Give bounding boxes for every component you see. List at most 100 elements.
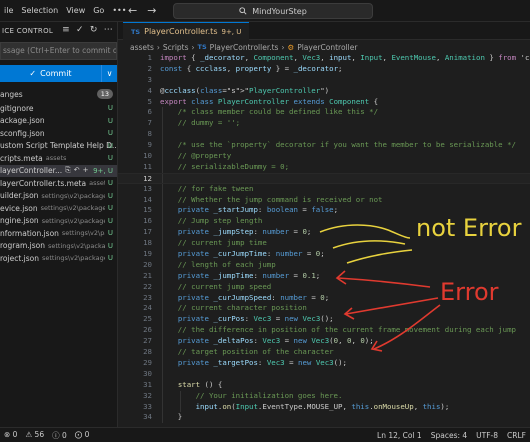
changed-file-item[interactable]: roject.json settings\v2\packages U (0, 252, 117, 265)
errors-indicator[interactable]: ⊗ 0 (4, 430, 17, 441)
code-text: private _targetPos: Vec3 = new Vec3(); (177, 357, 347, 367)
code-text: import { _decorator, Component, Vec3, in… (160, 53, 530, 62)
indentation[interactable]: Spaces: 4 (431, 431, 467, 440)
code-line[interactable]: 2 const { ccclass, property } = _decorato… (118, 64, 530, 75)
commit-dropdown-button[interactable]: ∨ (101, 65, 117, 82)
line-number: 33 (143, 401, 152, 411)
code-line[interactable]: 26 // the difference in position of the … (118, 325, 530, 337)
code-line[interactable]: 7 // dummy = ''; (118, 118, 530, 130)
code-text: private _deltaPos: Vec3 = new Vec3(0, 0,… (177, 336, 374, 346)
code-line[interactable]: 25 private _curPos: Vec3 = new Vec3(); (118, 314, 530, 326)
forward-arrow-icon[interactable]: → (147, 4, 156, 18)
changed-file-item[interactable]: ustom Script Template Help D... U (0, 140, 117, 153)
changed-file-item[interactable]: sconfig.json U (0, 127, 117, 140)
menu-selection[interactable]: Selection (17, 6, 62, 15)
code-line[interactable]: 1 import { _decorator, Component, Vec3, i… (118, 53, 530, 64)
code-text: /* use the `property` decorator if you w… (160, 140, 516, 150)
back-arrow-icon[interactable]: ← (128, 4, 137, 18)
command-center-search[interactable]: MindYourStep (173, 3, 373, 19)
commit-button[interactable]: ✓ Commit (0, 65, 101, 82)
code-line[interactable]: 32 // Your initialization goes here. (118, 390, 530, 402)
warnings-indicator[interactable]: ⚠ 56 (25, 430, 44, 441)
changed-file-item[interactable]: cripts.meta assets U (0, 152, 117, 165)
code-line[interactable]: 12 (118, 172, 530, 184)
code-line[interactable]: 10 // @property (118, 151, 530, 162)
changed-file-item[interactable]: layerController.ts.metaassets\Sc...U (0, 177, 117, 190)
file-status: U (107, 204, 113, 212)
stage-icon[interactable]: + (83, 166, 89, 175)
breadcrumb-scripts[interactable]: Scripts (163, 43, 189, 52)
code-text: } (160, 412, 183, 422)
code-line[interactable]: 20 // length of each jump (118, 259, 530, 271)
refresh-icon[interactable]: ↻ (90, 25, 98, 35)
typescript-file-icon: TS (131, 27, 141, 36)
line-number: 25 (143, 314, 152, 324)
menu-view[interactable]: View (62, 6, 89, 15)
code-line[interactable]: 19 private _curJumpTime: number = 0; (118, 249, 530, 260)
code-text: // current jump time (160, 238, 267, 248)
code-line[interactable]: 31 start () { (118, 379, 530, 391)
code-line[interactable]: 14 // Whether the jump command is receiv… (118, 194, 530, 206)
end-of-line[interactable]: CRLF (507, 431, 526, 440)
changed-file-item[interactable]: ngine.json settings\v2\packages U (0, 215, 117, 228)
code-line[interactable]: 29 private _targetPos: Vec3 = new Vec3()… (118, 357, 530, 369)
ports-indicator[interactable]: ⨀ 0 (75, 430, 90, 441)
open-file-icon[interactable]: ⎘ (65, 166, 71, 175)
file-status: U (107, 154, 113, 162)
code-line[interactable]: 13 // for fake tween (118, 183, 530, 195)
code-line[interactable]: 11 // serializableDummy = 0; (118, 161, 530, 173)
more-actions-icon[interactable]: ⋯ (104, 25, 113, 35)
file-status: U (107, 241, 113, 250)
commit-message-input[interactable]: ssage (Ctrl+Enter to commit on... (0, 42, 117, 60)
menu-file[interactable]: ile (0, 6, 17, 15)
code-text: @ccclass(class="s">"PlayerController") (160, 85, 330, 95)
changed-file-item[interactable]: nformation.jsonsettings\v2\pack...U (0, 227, 117, 240)
code-text: const { ccclass, property } = _decorator… (160, 63, 343, 73)
changes-section-header[interactable]: anges 13 (0, 86, 117, 102)
changed-file-item[interactable]: evice.json settings\v2\packages U (0, 202, 117, 215)
cursor-position[interactable]: Ln 12, Col 1 (377, 431, 422, 440)
changed-file-item[interactable]: ackage.json U (0, 115, 117, 128)
code-text: // Whether the jump command is received … (160, 194, 383, 204)
view-as-tree-icon[interactable]: ≡ (62, 25, 70, 35)
code-text: // dummy = ''; (160, 118, 241, 128)
code-line[interactable]: 33 input.on(Input.EventType.MOUSE_UP, th… (118, 401, 530, 413)
code-line[interactable]: 8 (118, 129, 530, 141)
code-text: // current character position (160, 303, 307, 313)
menu-go[interactable]: Go (89, 6, 108, 15)
code-line[interactable]: 5 export class PlayerController extends C… (118, 97, 530, 108)
source-control-sidebar: ICE CONTROL ≡ ✓ ↻ ⋯ ssage (Ctrl+Enter to… (0, 22, 118, 427)
breadcrumb-file[interactable]: PlayerController.ts (210, 43, 279, 52)
discard-icon[interactable]: ↶ (74, 166, 80, 175)
breadcrumb-class[interactable]: PlayerController (297, 43, 357, 52)
code-line[interactable]: 3 (118, 75, 530, 86)
line-number: 3 (147, 74, 152, 84)
code-line[interactable]: 6 /* class member could be defined like … (118, 107, 530, 119)
line-number: 28 (143, 347, 152, 357)
encoding[interactable]: UTF-8 (476, 431, 498, 440)
code-line[interactable]: 4 @ccclass(class="s">"PlayerController") (118, 86, 530, 97)
line-number: 20 (143, 259, 152, 269)
tab-player-controller[interactable]: TS PlayerController.ts 9+, U (123, 22, 250, 40)
code-line[interactable]: 34 } (118, 412, 530, 424)
code-text: // length of each jump (160, 259, 276, 269)
info-indicator[interactable]: ⓘ 0 (52, 430, 67, 441)
line-number: 6 (147, 107, 152, 117)
line-number: 24 (143, 303, 152, 313)
breadcrumb-assets[interactable]: assets (130, 43, 154, 52)
file-path: settings\v2\pack... (61, 229, 105, 238)
code-line[interactable]: 9 /* use the `property` decorator if you… (118, 140, 530, 152)
code-line[interactable]: 27 private _deltaPos: Vec3 = new Vec3(0,… (118, 336, 530, 348)
changed-file-item[interactable]: rogram.jsonsettings\v2\packa...U (0, 240, 117, 253)
file-status: U (107, 229, 113, 237)
status-bar: ⊗ 0 ⚠ 56 ⓘ 0 ⨀ 0 Ln 12, Col 1 Spaces: 4 … (0, 427, 530, 442)
changed-file-item[interactable]: gitignore U (0, 102, 117, 115)
commit-check-icon[interactable]: ✓ (76, 25, 84, 35)
code-line[interactable]: 30 (118, 368, 530, 380)
file-status: U (107, 216, 113, 225)
code-text: private _jumpTime: number = 0.1; (177, 270, 321, 280)
code-line[interactable]: 28 // target position of the character (118, 347, 530, 358)
changed-file-item[interactable]: layerController... ⎘ ↶ +9+, U (0, 164, 117, 177)
typescript-file-icon: TS (197, 43, 207, 51)
changed-file-item[interactable]: uilder.json settings\v2\packages U (0, 190, 117, 203)
